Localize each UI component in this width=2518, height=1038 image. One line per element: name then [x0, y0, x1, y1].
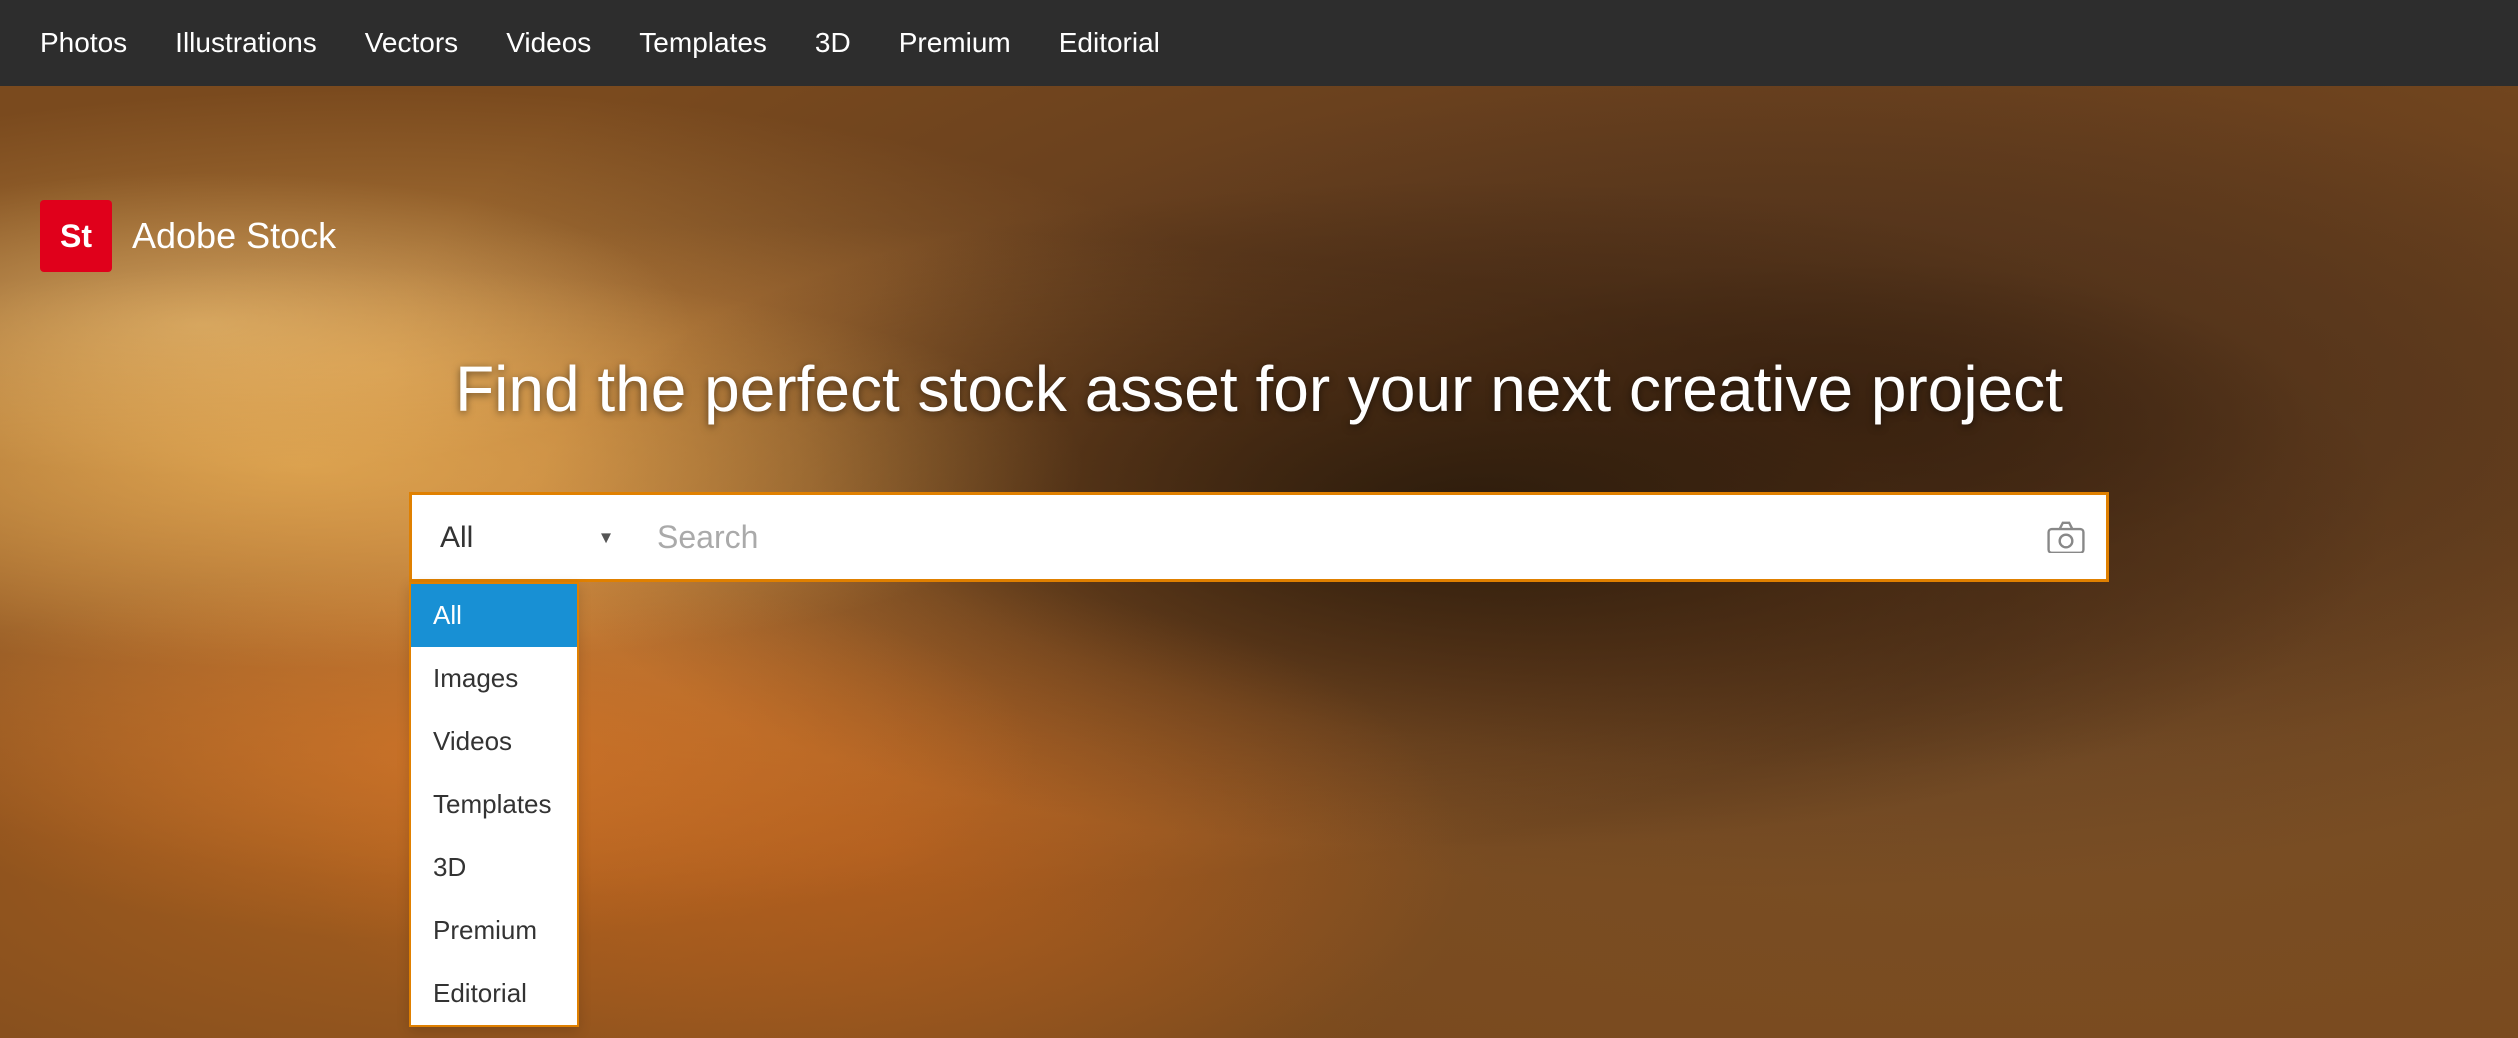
search-dropdown-wrapper[interactable]: All Images Videos Templates 3D Premium E…: [409, 492, 627, 582]
nav-item-illustrations[interactable]: Illustrations: [175, 27, 317, 59]
nav-item-photos[interactable]: Photos: [40, 27, 127, 59]
dropdown-option-videos[interactable]: Videos: [411, 710, 577, 773]
search-input[interactable]: [627, 492, 2109, 582]
search-area: All Images Videos Templates 3D Premium E…: [0, 172, 2518, 582]
dropdown-option-premium[interactable]: Premium: [411, 899, 577, 962]
nav-item-editorial[interactable]: Editorial: [1059, 27, 1160, 59]
nav-item-premium[interactable]: Premium: [899, 27, 1011, 59]
camera-search-button[interactable]: [2047, 521, 2085, 553]
camera-icon: [2047, 521, 2085, 553]
dropdown-option-all[interactable]: All: [411, 584, 577, 647]
nav-items-list: Photos Illustrations Vectors Videos Temp…: [40, 27, 1160, 59]
search-container: All Images Videos Templates 3D Premium E…: [409, 492, 2109, 582]
dropdown-option-images[interactable]: Images: [411, 647, 577, 710]
hero-section: St Adobe Stock Find the perfect stock as…: [0, 86, 2518, 1038]
nav-item-vectors[interactable]: Vectors: [365, 27, 458, 59]
dropdown-option-templates[interactable]: Templates: [411, 773, 577, 836]
nav-item-videos[interactable]: Videos: [506, 27, 591, 59]
dropdown-option-3d[interactable]: 3D: [411, 836, 577, 899]
search-category-select[interactable]: All Images Videos Templates 3D Premium E…: [409, 492, 627, 582]
nav-item-templates[interactable]: Templates: [639, 27, 767, 59]
top-navigation: Photos Illustrations Vectors Videos Temp…: [0, 0, 2518, 86]
nav-item-3d[interactable]: 3D: [815, 27, 851, 59]
dropdown-option-editorial[interactable]: Editorial: [411, 962, 577, 1025]
dropdown-panel: All Images Videos Templates 3D Premium E…: [409, 582, 579, 1027]
